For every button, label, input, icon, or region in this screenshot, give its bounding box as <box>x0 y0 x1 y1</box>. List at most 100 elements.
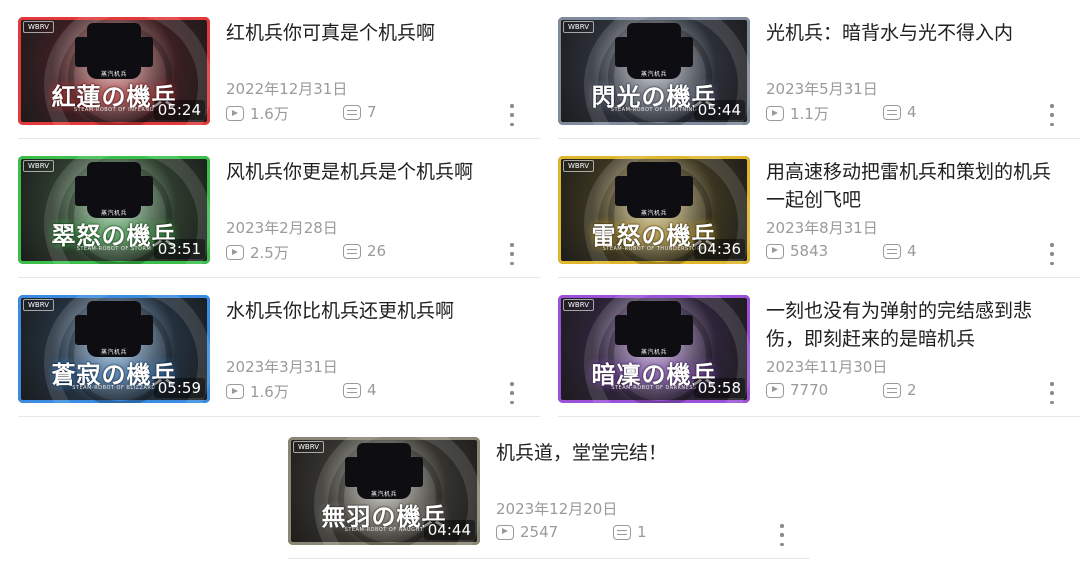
more-dot <box>1050 382 1054 386</box>
card-divider <box>18 416 540 417</box>
video-card[interactable]: WBRV 蒸汽机兵 雷怒の機兵 STEAM-ROBOT OF THUNDERST… <box>558 139 1080 278</box>
card-divider <box>558 416 1080 417</box>
more-dot <box>1050 122 1054 126</box>
more-options-icon[interactable] <box>1044 243 1060 265</box>
thumbnail-logo: WBRV <box>563 21 594 33</box>
video-duration: 03:51 <box>153 239 205 259</box>
play-count-icon <box>226 245 244 260</box>
more-dot <box>780 533 784 537</box>
video-thumbnail[interactable]: WBRV 蒸汽机兵 翠怒の機兵 STEAM-ROBOT OF STORM 03:… <box>18 156 210 264</box>
comment-count: 4 <box>343 381 377 399</box>
video-duration: 05:24 <box>153 100 205 120</box>
play-count-icon <box>226 106 244 121</box>
more-options-icon[interactable] <box>1044 104 1060 126</box>
view-count: 1.1万 <box>766 103 829 124</box>
video-title[interactable]: 用高速移动把雷机兵和策划的机兵一起创飞吧 <box>766 158 1066 214</box>
view-count-value: 1.6万 <box>250 105 289 123</box>
comment-icon <box>883 382 901 398</box>
video-title[interactable]: 光机兵：暗背水与光不得入内 <box>766 19 1066 47</box>
video-date: 2023年2月28日 <box>226 219 338 237</box>
thumbnail-logo: WBRV <box>23 299 54 311</box>
more-dot <box>510 243 514 247</box>
video-thumbnail[interactable]: WBRV 蒸汽机兵 暗凜の機兵 STEAM-ROBOT OF DARKNESS … <box>558 295 750 403</box>
video-duration: 04:44 <box>423 520 475 540</box>
more-options-icon[interactable] <box>504 243 520 265</box>
view-count: 2.5万 <box>226 242 289 263</box>
video-title[interactable]: 机兵道，堂堂完结！ <box>496 439 796 467</box>
comment-count-value: 26 <box>367 242 387 260</box>
comment-count-value: 4 <box>367 381 377 399</box>
comment-count: 2 <box>883 381 917 399</box>
comment-icon <box>343 382 361 398</box>
video-thumbnail[interactable]: WBRV 蒸汽机兵 紅蓮の機兵 STEAM-ROBOT OF INFERNO 0… <box>18 17 210 125</box>
video-title[interactable]: 风机兵你更是机兵是个机兵啊 <box>226 158 526 186</box>
video-thumbnail[interactable]: WBRV 蒸汽机兵 閃光の機兵 STEAM-ROBOT OF LIGHTNING… <box>558 17 750 125</box>
video-card[interactable]: WBRV 蒸汽机兵 紅蓮の機兵 STEAM-ROBOT OF INFERNO 0… <box>18 0 540 139</box>
more-dot <box>1050 400 1054 404</box>
video-date: 2023年3月31日 <box>226 358 338 376</box>
video-duration: 05:58 <box>693 378 745 398</box>
video-thumbnail[interactable]: WBRV 蒸汽机兵 蒼寂の機兵 STEAM-ROBOT OF BLIZZARD … <box>18 295 210 403</box>
comment-icon <box>343 243 361 259</box>
more-dot <box>1050 113 1054 117</box>
comment-icon <box>343 104 361 120</box>
view-count: 1.6万 <box>226 381 289 402</box>
more-dot <box>1050 252 1054 256</box>
more-options-icon[interactable] <box>1044 382 1060 404</box>
more-dot <box>780 542 784 546</box>
card-divider <box>288 558 810 559</box>
more-dot <box>1050 391 1054 395</box>
play-count-icon <box>226 384 244 399</box>
more-dot <box>780 524 784 528</box>
thumbnail-logo: WBRV <box>293 441 324 453</box>
comment-count-value: 4 <box>907 103 917 121</box>
play-count-icon <box>766 243 784 259</box>
comment-count-value: 2 <box>907 381 917 399</box>
view-count-value: 2547 <box>520 523 559 541</box>
more-options-icon[interactable] <box>504 104 520 126</box>
comment-count-value: 7 <box>367 103 377 121</box>
video-card[interactable]: WBRV 蒸汽机兵 閃光の機兵 STEAM-ROBOT OF LIGHTNING… <box>558 0 1080 139</box>
view-count-value: 5843 <box>790 242 829 260</box>
thumbnail-logo: WBRV <box>23 21 54 33</box>
comment-count: 4 <box>883 242 917 260</box>
video-card[interactable]: WBRV 蒸汽机兵 蒼寂の機兵 STEAM-ROBOT OF BLIZZARD … <box>18 278 540 417</box>
view-count: 7770 <box>766 381 828 399</box>
video-thumbnail[interactable]: WBRV 蒸汽机兵 雷怒の機兵 STEAM-ROBOT OF THUNDERST… <box>558 156 750 264</box>
comment-count: 26 <box>343 242 386 260</box>
more-options-icon[interactable] <box>774 524 790 546</box>
video-date: 2023年5月31日 <box>766 80 878 98</box>
more-dot <box>510 113 514 117</box>
comment-count-value: 1 <box>637 523 647 541</box>
video-date: 2022年12月31日 <box>226 80 348 98</box>
more-dot <box>510 104 514 108</box>
comment-count: 1 <box>613 523 647 541</box>
more-dot <box>510 122 514 126</box>
more-dot <box>510 391 514 395</box>
view-count: 1.6万 <box>226 103 289 124</box>
play-count-icon <box>766 382 784 398</box>
view-count: 5843 <box>766 242 828 260</box>
video-card[interactable]: WBRV 蒸汽机兵 翠怒の機兵 STEAM-ROBOT OF STORM 03:… <box>18 139 540 278</box>
video-thumbnail[interactable]: WBRV 蒸汽机兵 無羽の機兵 STEAM-ROBOT OF NAUGHT 04… <box>288 437 480 545</box>
view-count-value: 1.6万 <box>250 383 289 401</box>
video-title[interactable]: 水机兵你比机兵还更机兵啊 <box>226 297 526 325</box>
view-count-value: 7770 <box>790 381 829 399</box>
video-card[interactable]: WBRV 蒸汽机兵 無羽の機兵 STEAM-ROBOT OF NAUGHT 04… <box>288 420 810 559</box>
more-dot <box>510 382 514 386</box>
video-title[interactable]: 一刻也没有为弹射的完结感到悲伤，即刻赶来的是暗机兵 <box>766 297 1066 353</box>
more-dot <box>1050 243 1054 247</box>
comment-count: 7 <box>343 103 377 121</box>
video-duration: 04:36 <box>693 239 745 259</box>
thumbnail-logo: WBRV <box>23 160 54 172</box>
more-options-icon[interactable] <box>504 382 520 404</box>
video-date: 2023年12月20日 <box>496 500 618 518</box>
play-count-icon <box>766 106 784 121</box>
video-card[interactable]: WBRV 蒸汽机兵 暗凜の機兵 STEAM-ROBOT OF DARKNESS … <box>558 278 1080 417</box>
comment-icon <box>883 243 901 259</box>
video-duration: 05:59 <box>153 378 205 398</box>
view-count: 2547 <box>496 523 558 541</box>
video-title[interactable]: 红机兵你可真是个机兵啊 <box>226 19 526 47</box>
view-count-value: 1.1万 <box>790 105 829 123</box>
more-dot <box>510 252 514 256</box>
